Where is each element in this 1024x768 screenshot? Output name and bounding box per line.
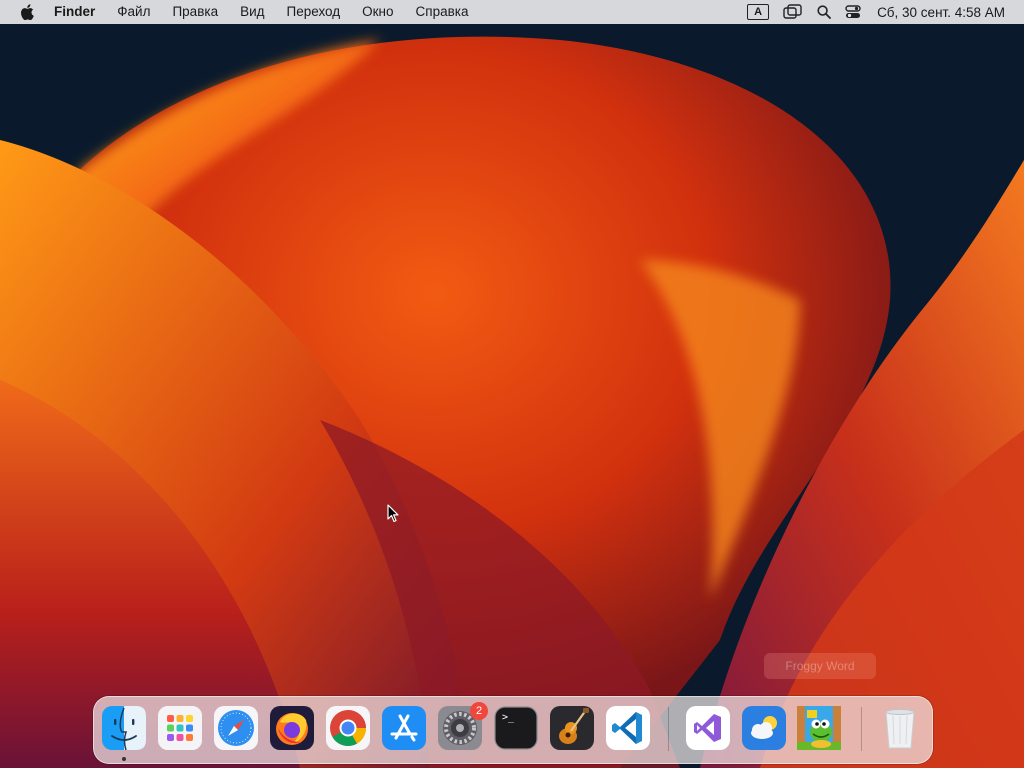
- launchpad-icon: [158, 706, 202, 750]
- dock-separator: [861, 707, 862, 751]
- input-source-icon: A: [747, 4, 770, 20]
- froggy-game-icon: [797, 706, 841, 750]
- menu-window[interactable]: Окно: [351, 0, 404, 24]
- menu-file[interactable]: Файл: [106, 0, 161, 24]
- dock-app-store[interactable]: [382, 706, 426, 750]
- screen-mirroring-icon[interactable]: [783, 0, 803, 24]
- weather-icon: [742, 706, 786, 750]
- menu-bar-right: A Сб, 30 сент. 4:58 AM: [733, 0, 1024, 24]
- vscode-icon: [606, 706, 650, 750]
- input-source-menu[interactable]: A: [747, 0, 770, 24]
- dock-system-settings[interactable]: 2: [438, 702, 488, 750]
- menu-go[interactable]: Переход: [276, 0, 352, 24]
- dock-chrome[interactable]: [326, 706, 370, 750]
- terminal-icon: [494, 706, 538, 750]
- safari-icon: [214, 706, 258, 750]
- menu-edit[interactable]: Правка: [161, 0, 229, 24]
- finder-running-indicator: [122, 757, 126, 761]
- menu-view[interactable]: Вид: [229, 0, 275, 24]
- trash-icon: [885, 709, 915, 749]
- dock-terminal[interactable]: >_: [494, 706, 538, 750]
- dock-launchpad[interactable]: [158, 706, 202, 750]
- menu-bar-clock[interactable]: Сб, 30 сент. 4:58 AM: [877, 5, 1005, 20]
- dock-firefox[interactable]: [270, 706, 314, 750]
- control-center-icon[interactable]: [845, 0, 861, 24]
- mouse-pointer-icon: [387, 504, 399, 523]
- finder-icon: [102, 706, 146, 751]
- dock-garageband[interactable]: [550, 706, 594, 750]
- dock-visual-studio[interactable]: [686, 706, 730, 750]
- dock: 2 >_: [93, 696, 933, 764]
- menu-app-name[interactable]: Finder: [38, 0, 106, 24]
- dock-safari[interactable]: [214, 706, 258, 750]
- dock-finder[interactable]: [102, 706, 146, 751]
- terminal-prompt: >_: [502, 712, 515, 723]
- menu-help[interactable]: Справка: [405, 0, 480, 24]
- menu-bar-left: Finder Файл Правка Вид Переход Окно Спра…: [0, 0, 479, 24]
- apple-logo-icon[interactable]: [16, 0, 38, 24]
- app-store-icon: [382, 706, 426, 750]
- garageband-icon: [550, 706, 594, 750]
- firefox-icon: [270, 706, 314, 750]
- spotlight-search-icon[interactable]: [817, 0, 831, 24]
- dock-weather[interactable]: [742, 706, 786, 750]
- dock-froggy-game[interactable]: [797, 706, 841, 750]
- visual-studio-icon: [686, 706, 730, 750]
- chrome-icon: [326, 706, 370, 750]
- dock-trash[interactable]: [878, 706, 922, 750]
- dock-vscode[interactable]: [606, 706, 650, 750]
- menu-bar: Finder Файл Правка Вид Переход Окно Спра…: [0, 0, 1024, 24]
- notification-badge: 2: [470, 702, 488, 720]
- dock-tooltip: Froggy Word: [764, 653, 876, 679]
- dock-separator: [668, 707, 669, 751]
